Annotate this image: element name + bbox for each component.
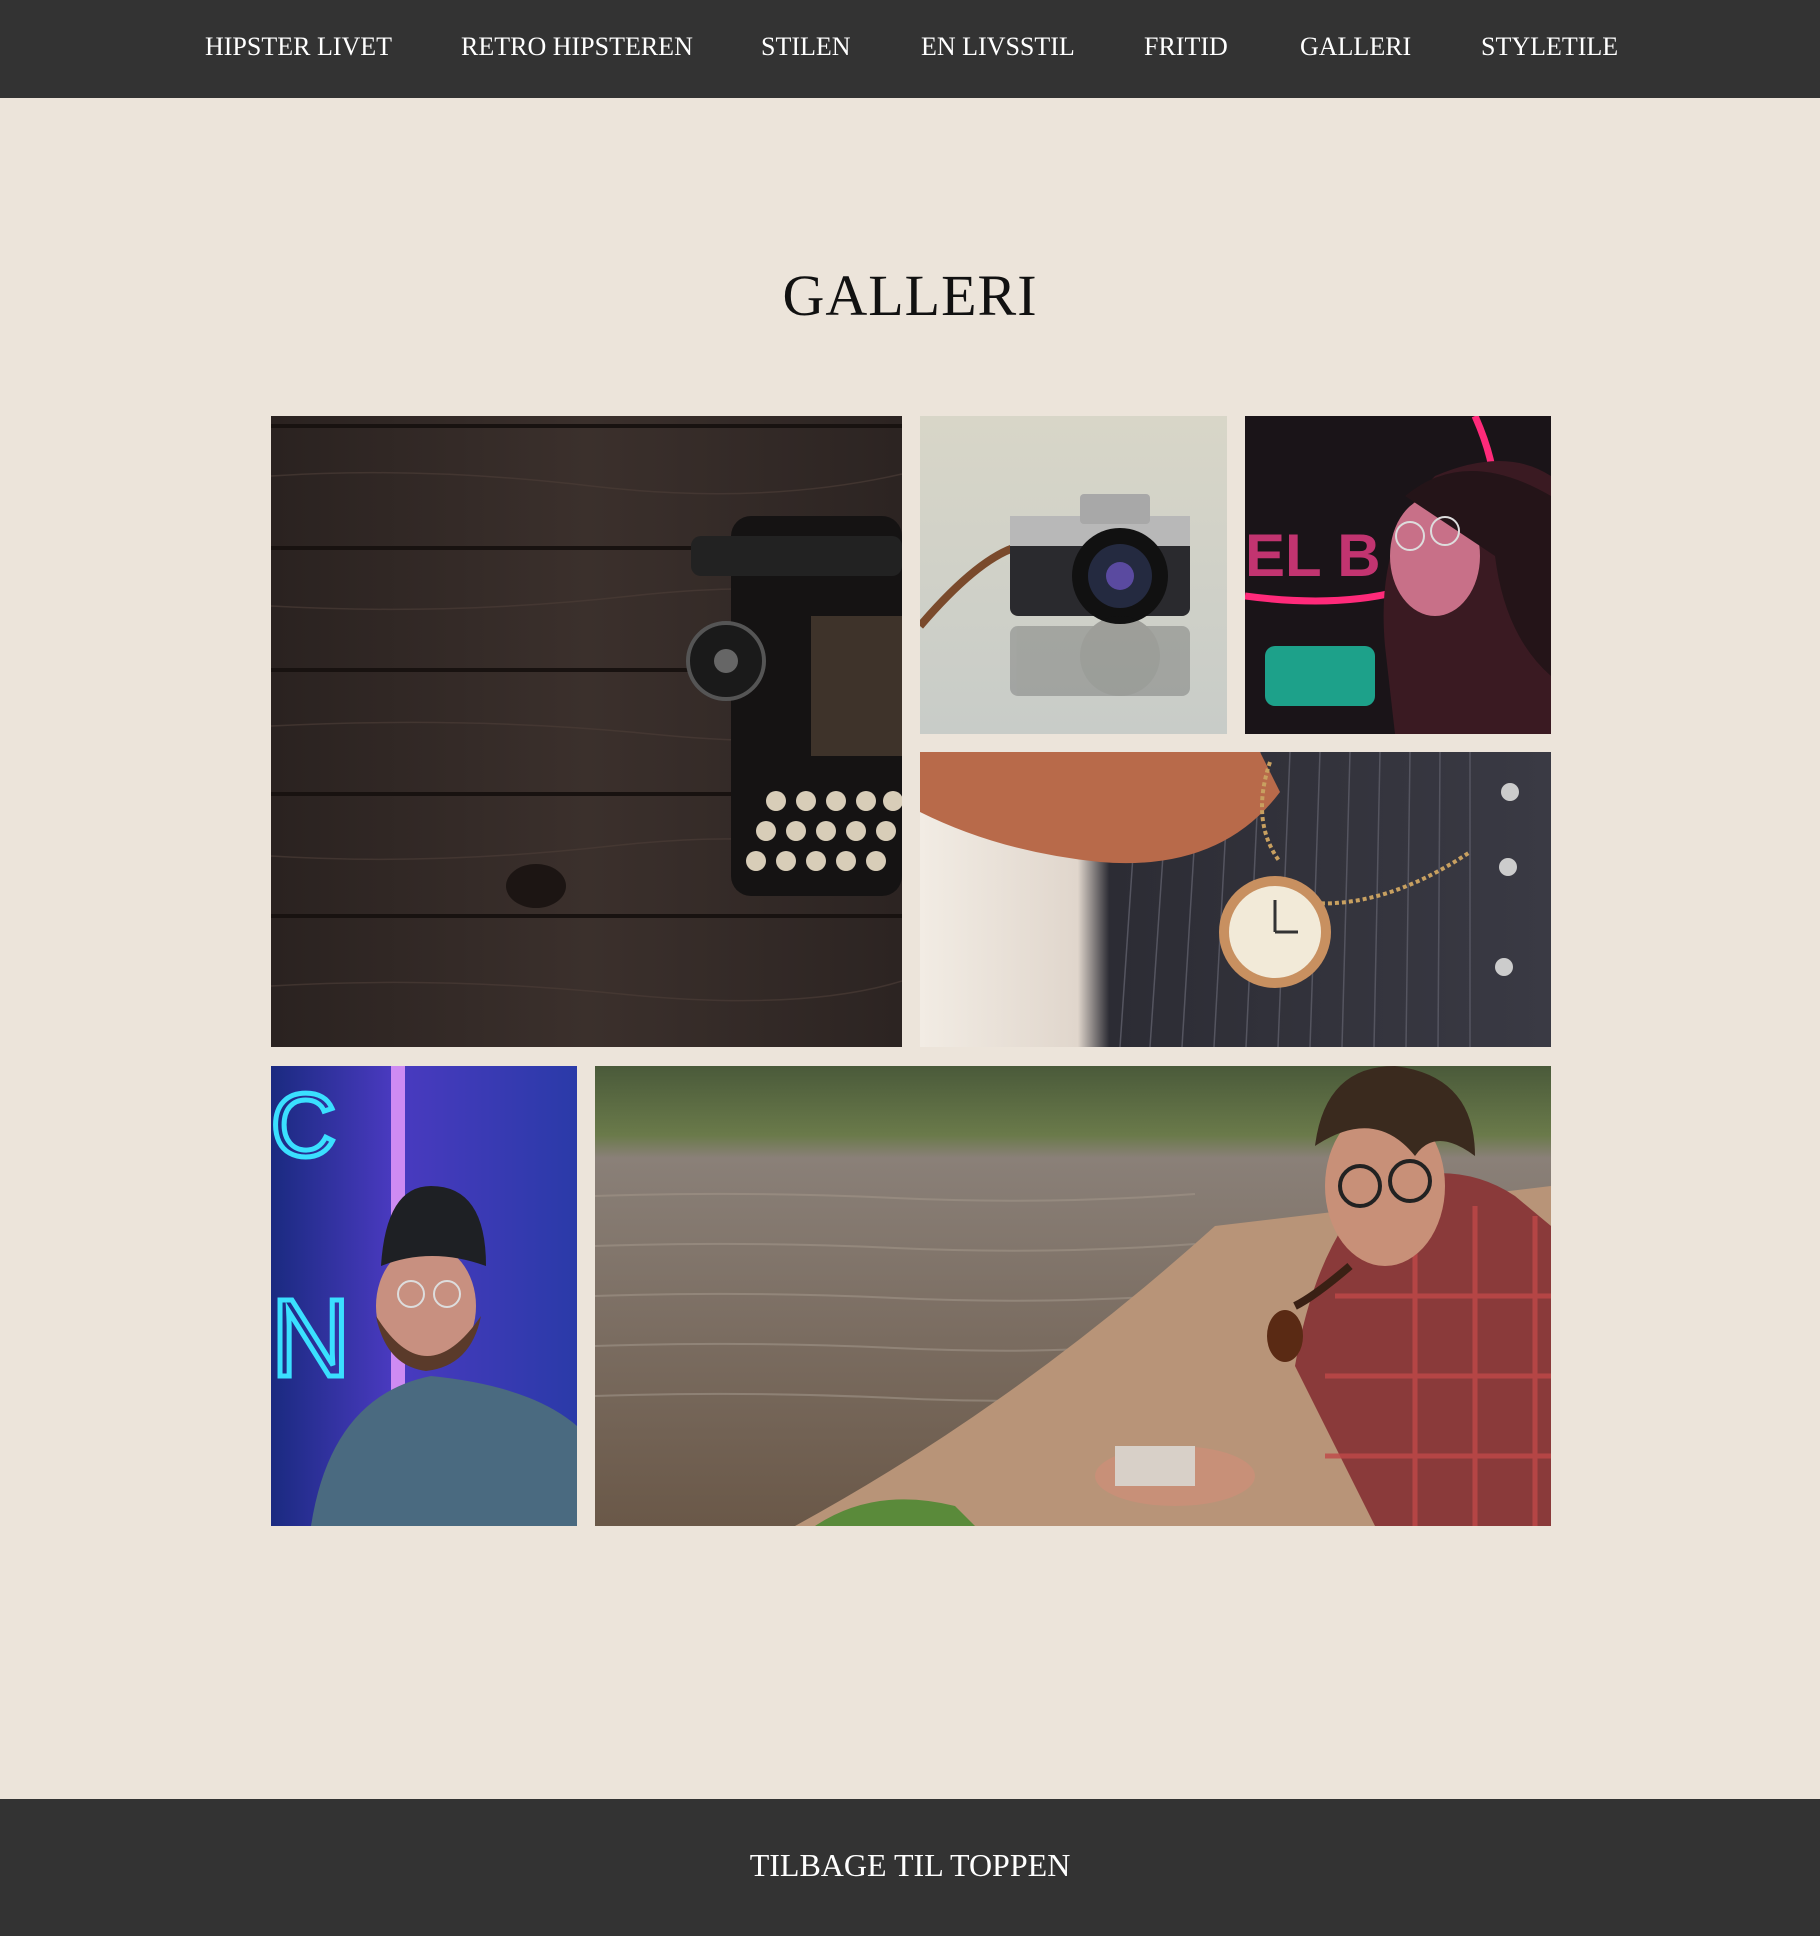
pipe-man-lake-photo-icon <box>595 1066 1551 1526</box>
pocket-watch-photo-icon <box>920 752 1551 1047</box>
camera-photo-icon <box>920 416 1227 734</box>
neon-woman-photo-icon: EL B <box>1245 416 1551 734</box>
nav-link-retro-hipsteren[interactable]: RETRO HIPSTEREN <box>461 30 693 64</box>
svg-text:N: N <box>271 1277 350 1400</box>
page-title: GALLERI <box>782 263 1038 328</box>
gallery-photo-neon-woman[interactable]: EL B <box>1245 416 1551 734</box>
gallery-photo-pocket-watch[interactable] <box>920 752 1551 1047</box>
gallery-photo-camera[interactable] <box>920 416 1227 734</box>
nav-link-stilen[interactable]: STILEN <box>761 30 851 64</box>
top-navigation: HIPSTER LIVET RETRO HIPSTEREN STILEN EN … <box>0 0 1820 98</box>
neon-beanie-man-photo-icon: C N <box>271 1066 577 1526</box>
gallery-photo-typewriter[interactable] <box>271 416 902 1047</box>
nav-link-styletile[interactable]: STYLETILE <box>1481 30 1618 64</box>
gallery-photo-pipe-man-lake[interactable] <box>595 1066 1551 1526</box>
nav-link-hipster-livet[interactable]: HIPSTER LIVET <box>205 30 392 64</box>
nav-link-en-livsstil[interactable]: EN LIVSSTIL <box>921 30 1075 64</box>
back-to-top-link[interactable]: TILBAGE TIL TOPPEN <box>0 1847 1820 1884</box>
nav-link-fritid[interactable]: FRITID <box>1144 30 1228 64</box>
svg-text:C: C <box>271 1076 336 1176</box>
typewriter-photo-icon <box>271 416 902 1047</box>
footer: TILBAGE TIL TOPPEN <box>0 1799 1820 1936</box>
nav-link-galleri[interactable]: GALLERI <box>1300 30 1411 64</box>
gallery-photo-neon-beanie-man[interactable]: C N <box>271 1066 577 1526</box>
svg-text:EL B: EL B <box>1245 522 1381 589</box>
